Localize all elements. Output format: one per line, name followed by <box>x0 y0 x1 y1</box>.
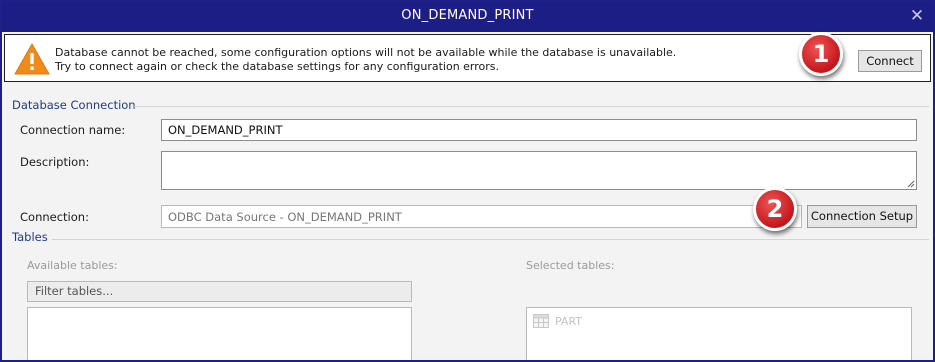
list-item[interactable]: PART <box>533 314 582 328</box>
warning-triangle-icon <box>14 43 50 75</box>
warning-line-2: Try to connect again or check the databa… <box>55 60 500 73</box>
selected-tables-list[interactable]: PART <box>526 307 912 360</box>
connection-field: ODBC Data Source - ON_DEMAND_PRINT <box>161 205 802 228</box>
warning-line-1: Database cannot be reached, some configu… <box>55 46 677 59</box>
description-textarea[interactable] <box>161 151 917 190</box>
database-warning-banner: Database cannot be reached, some configu… <box>4 34 931 82</box>
table-icon <box>533 314 549 328</box>
connection-name-input[interactable]: ON_DEMAND_PRINT <box>161 119 917 141</box>
connection-setup-button[interactable]: Connection Setup <box>807 205 917 228</box>
dialog-window: ON_DEMAND_PRINT ✕ Database cannot be rea… <box>0 0 935 362</box>
table-name: PART <box>555 314 583 328</box>
close-icon[interactable]: ✕ <box>907 6 927 26</box>
selected-tables-label: Selected tables: <box>526 259 615 272</box>
description-label: Description: <box>20 155 90 169</box>
window-title: ON_DEMAND_PRINT <box>401 8 534 23</box>
callout-badge-1: 1 <box>799 32 843 76</box>
filter-tables-input[interactable]: Filter tables... <box>27 281 412 302</box>
resize-grip-icon[interactable] <box>906 179 915 188</box>
available-tables-label: Available tables: <box>27 259 118 272</box>
tables-section-title: Tables <box>12 230 48 244</box>
section-divider <box>134 106 929 107</box>
connection-name-label: Connection name: <box>20 123 126 137</box>
connection-label: Connection: <box>20 210 89 224</box>
title-bar[interactable]: ON_DEMAND_PRINT ✕ <box>2 2 933 32</box>
available-tables-list[interactable] <box>27 307 412 360</box>
database-connection-section-title: Database Connection <box>12 98 136 112</box>
warning-message: Database cannot be reached, some configu… <box>55 46 676 74</box>
callout-badge-2: 2 <box>753 187 797 231</box>
section-divider <box>52 239 929 240</box>
connect-button[interactable]: Connect <box>858 50 922 72</box>
